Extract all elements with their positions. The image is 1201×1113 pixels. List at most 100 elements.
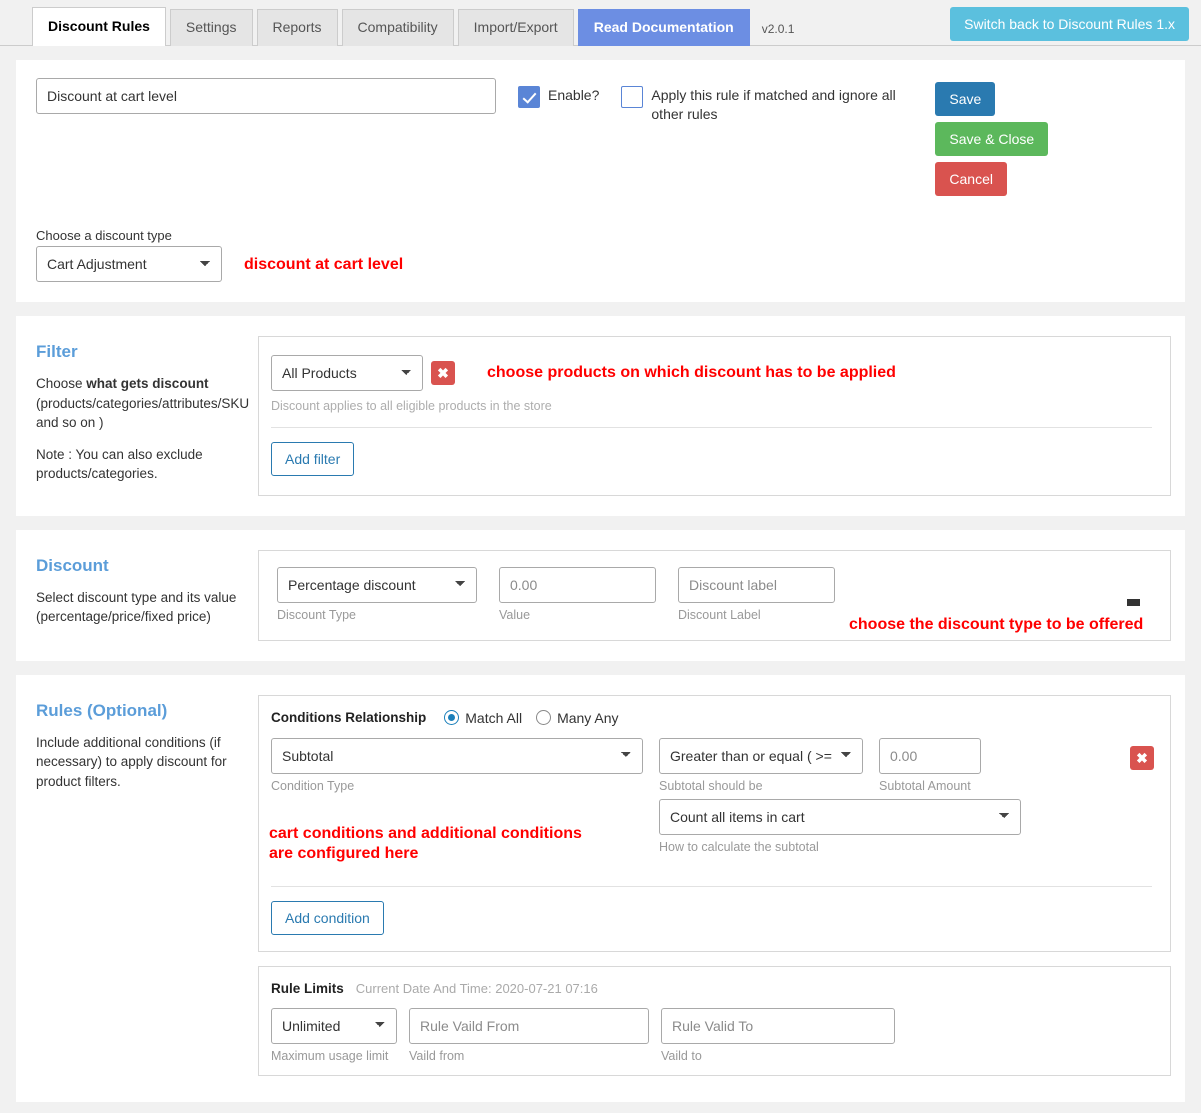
discount-type-row: Choose a discount type Cart AdjustmentSi… [36,228,1165,282]
discount-left-column: Discount Select discount type and its va… [36,550,258,641]
usage-limit-select[interactable]: UnlimitedLimited [271,1007,397,1044]
annotation-choose-products: choose products on which discount has to… [487,364,896,381]
valid-from-field: Vaild from [409,1007,649,1063]
discount-fields-row: Percentage discountFixed discountFixed p… [259,551,1170,640]
valid-to-caption: Vaild to [661,1048,702,1063]
tab-import-export[interactable]: Import/Export [457,9,574,46]
discount-card: Discount Select discount type and its va… [16,529,1185,661]
radio-many-any[interactable] [536,710,552,726]
add-filter-button[interactable]: Add filter [271,442,355,476]
discount-label-input[interactable] [678,566,835,603]
rule-header-row: Enable? Apply this rule if matched and i… [36,78,1165,202]
rule-header-card: Enable? Apply this rule if matched and i… [16,60,1185,302]
rule-name-input[interactable] [36,78,496,114]
filter-card: Filter Choose what gets discount (produc… [16,316,1185,516]
enable-checkbox-group: Enable? [518,78,599,108]
conditions-divider-wrap [259,885,1170,887]
condition-row: SubtotalCart item countCart line item co… [259,730,1170,793]
tab-compatibility[interactable]: Compatibility [341,9,454,46]
remove-condition-button[interactable]: ✖ [1130,745,1154,770]
filter-desc-pre: Choose [36,376,87,391]
condition-type-select[interactable]: SubtotalCart item countCart line item co… [271,737,643,774]
tab-settings[interactable]: Settings [169,9,253,46]
filter-title: Filter [36,342,78,361]
rules-description: Include additional conditions (if necess… [36,734,227,789]
enable-checkbox[interactable] [518,86,540,108]
tab-bar: Discount Rules Settings Reports Compatib… [0,0,1201,46]
save-button[interactable]: Save [935,82,996,116]
radio-match-all-label: Match All [465,709,523,726]
conditions-divider [271,885,1152,887]
filter-target-select[interactable]: All ProductsProductProduct CategoryProdu… [271,355,423,391]
filter-description-1: Choose what gets discount (products/cate… [36,374,249,433]
valid-from-input[interactable] [409,1007,649,1044]
annotation-discount-at-cart-level: discount at cart level [244,256,404,273]
condition-operator-select[interactable]: Greater than or equal ( >= )Greater than… [659,737,863,774]
subtotal-calc-select[interactable]: Count all items in cartCount only the fi… [659,798,1021,835]
tab-read-documentation[interactable]: Read Documentation [577,9,750,46]
version-label: v2.0.1 [761,22,795,36]
exclusive-checkbox[interactable] [621,86,644,108]
discount-value-field: Value [499,566,656,622]
conditions-relationship-label: Conditions Relationship [271,710,427,726]
tab-discount-rules[interactable]: Discount Rules [32,7,166,46]
rule-limits-panel: Rule Limits Current Date And Time: 2020-… [258,965,1171,1076]
subtotal-calc-caption: How to calculate the subtotal [659,839,819,854]
condition-operator-field: Greater than or equal ( >= )Greater than… [659,737,863,793]
discount-label-field: Discount Label [678,566,835,622]
discount-label-caption: Discount Label [678,607,761,622]
radio-match-all[interactable] [444,710,460,726]
valid-to-input[interactable] [661,1007,895,1044]
condition-type-caption: Condition Type [271,778,355,793]
condition-amount-field: Subtotal Amount [879,737,981,793]
filter-select-row: All ProductsProductProduct CategoryProdu… [271,355,1152,391]
save-and-close-button[interactable]: Save & Close [935,122,1049,156]
annotation-choose-discount-type: choose the discount type to be offered [849,615,1144,633]
discount-title: Discount [36,555,109,575]
cancel-button[interactable]: Cancel [935,162,1007,196]
add-condition-button[interactable]: Add condition [271,900,384,935]
rule-limits-fields-row: UnlimitedLimited Maximum usage limit Vai… [271,1007,1158,1063]
filter-left-column: Filter Choose what gets discount (produc… [36,336,258,496]
filter-panel-footer: Add filter [259,442,1170,492]
remove-filter-button[interactable]: ✖ [431,361,455,385]
usage-limit-field: UnlimitedLimited Maximum usage limit [271,1007,397,1063]
conditions-relationship-row: Conditions Relationship Match All Many A… [259,696,1170,730]
exclusive-label: Apply this rule if matched and ignore al… [651,87,896,122]
rule-action-buttons: Save Save & Close Cancel [935,78,1115,202]
discount-type-select[interactable]: Cart AdjustmentSimple DiscountBulk Disco… [36,246,222,282]
condition-amount-input[interactable] [879,737,981,774]
filter-help-text: Discount applies to all eligible product… [271,399,552,413]
rules-left-column: Rules (Optional) Include additional cond… [36,695,258,1076]
conditions-footer: Add condition [259,900,1170,951]
valid-from-caption: Vaild from [409,1048,465,1063]
discount-description: Select discount type and its value (perc… [36,589,237,625]
rules-card: Rules (Optional) Include additional cond… [16,674,1185,1102]
rule-limits-title: Rule Limits [271,980,344,996]
discount-type-label: Choose a discount type [36,228,172,243]
filter-divider [271,427,1152,428]
usage-limit-caption: Maximum usage limit [271,1048,389,1063]
switch-back-button[interactable]: Switch back to Discount Rules 1.x [950,7,1189,41]
condition-operator-caption: Subtotal should be [659,778,763,793]
discount-value-input[interactable] [499,566,656,603]
conditions-panel: Conditions Relationship Match All Many A… [258,694,1171,952]
condition-amount-caption: Subtotal Amount [879,778,971,793]
cursor-artifact [1127,598,1140,606]
enable-label: Enable? [548,87,600,103]
filter-description-2: Note : You can also exclude products/cat… [36,446,203,482]
exclusive-checkbox-group: Apply this rule if matched and ignore al… [621,78,919,124]
filter-panel: All ProductsProductProduct CategoryProdu… [258,336,1171,496]
rules-right-column: Conditions Relationship Match All Many A… [258,694,1171,1076]
discount-type-wrap: Choose a discount type Cart AdjustmentSi… [36,228,222,282]
discount-panel: Percentage discountFixed discountFixed p… [258,549,1171,641]
condition-type-field: SubtotalCart item countCart line item co… [271,737,643,793]
radio-many-any-label: Many Any [557,709,619,726]
filter-panel-body: All ProductsProductProduct CategoryProdu… [259,337,1170,428]
filter-desc-bold: what gets discount [86,376,209,391]
current-datetime-label: Current Date And Time: 2020-07-21 07:16 [355,980,598,996]
tab-reports[interactable]: Reports [256,9,338,46]
rules-title: Rules (Optional) [36,700,168,720]
discount-value-caption: Value [499,607,531,622]
discount-method-select[interactable]: Percentage discountFixed discountFixed p… [277,566,477,603]
